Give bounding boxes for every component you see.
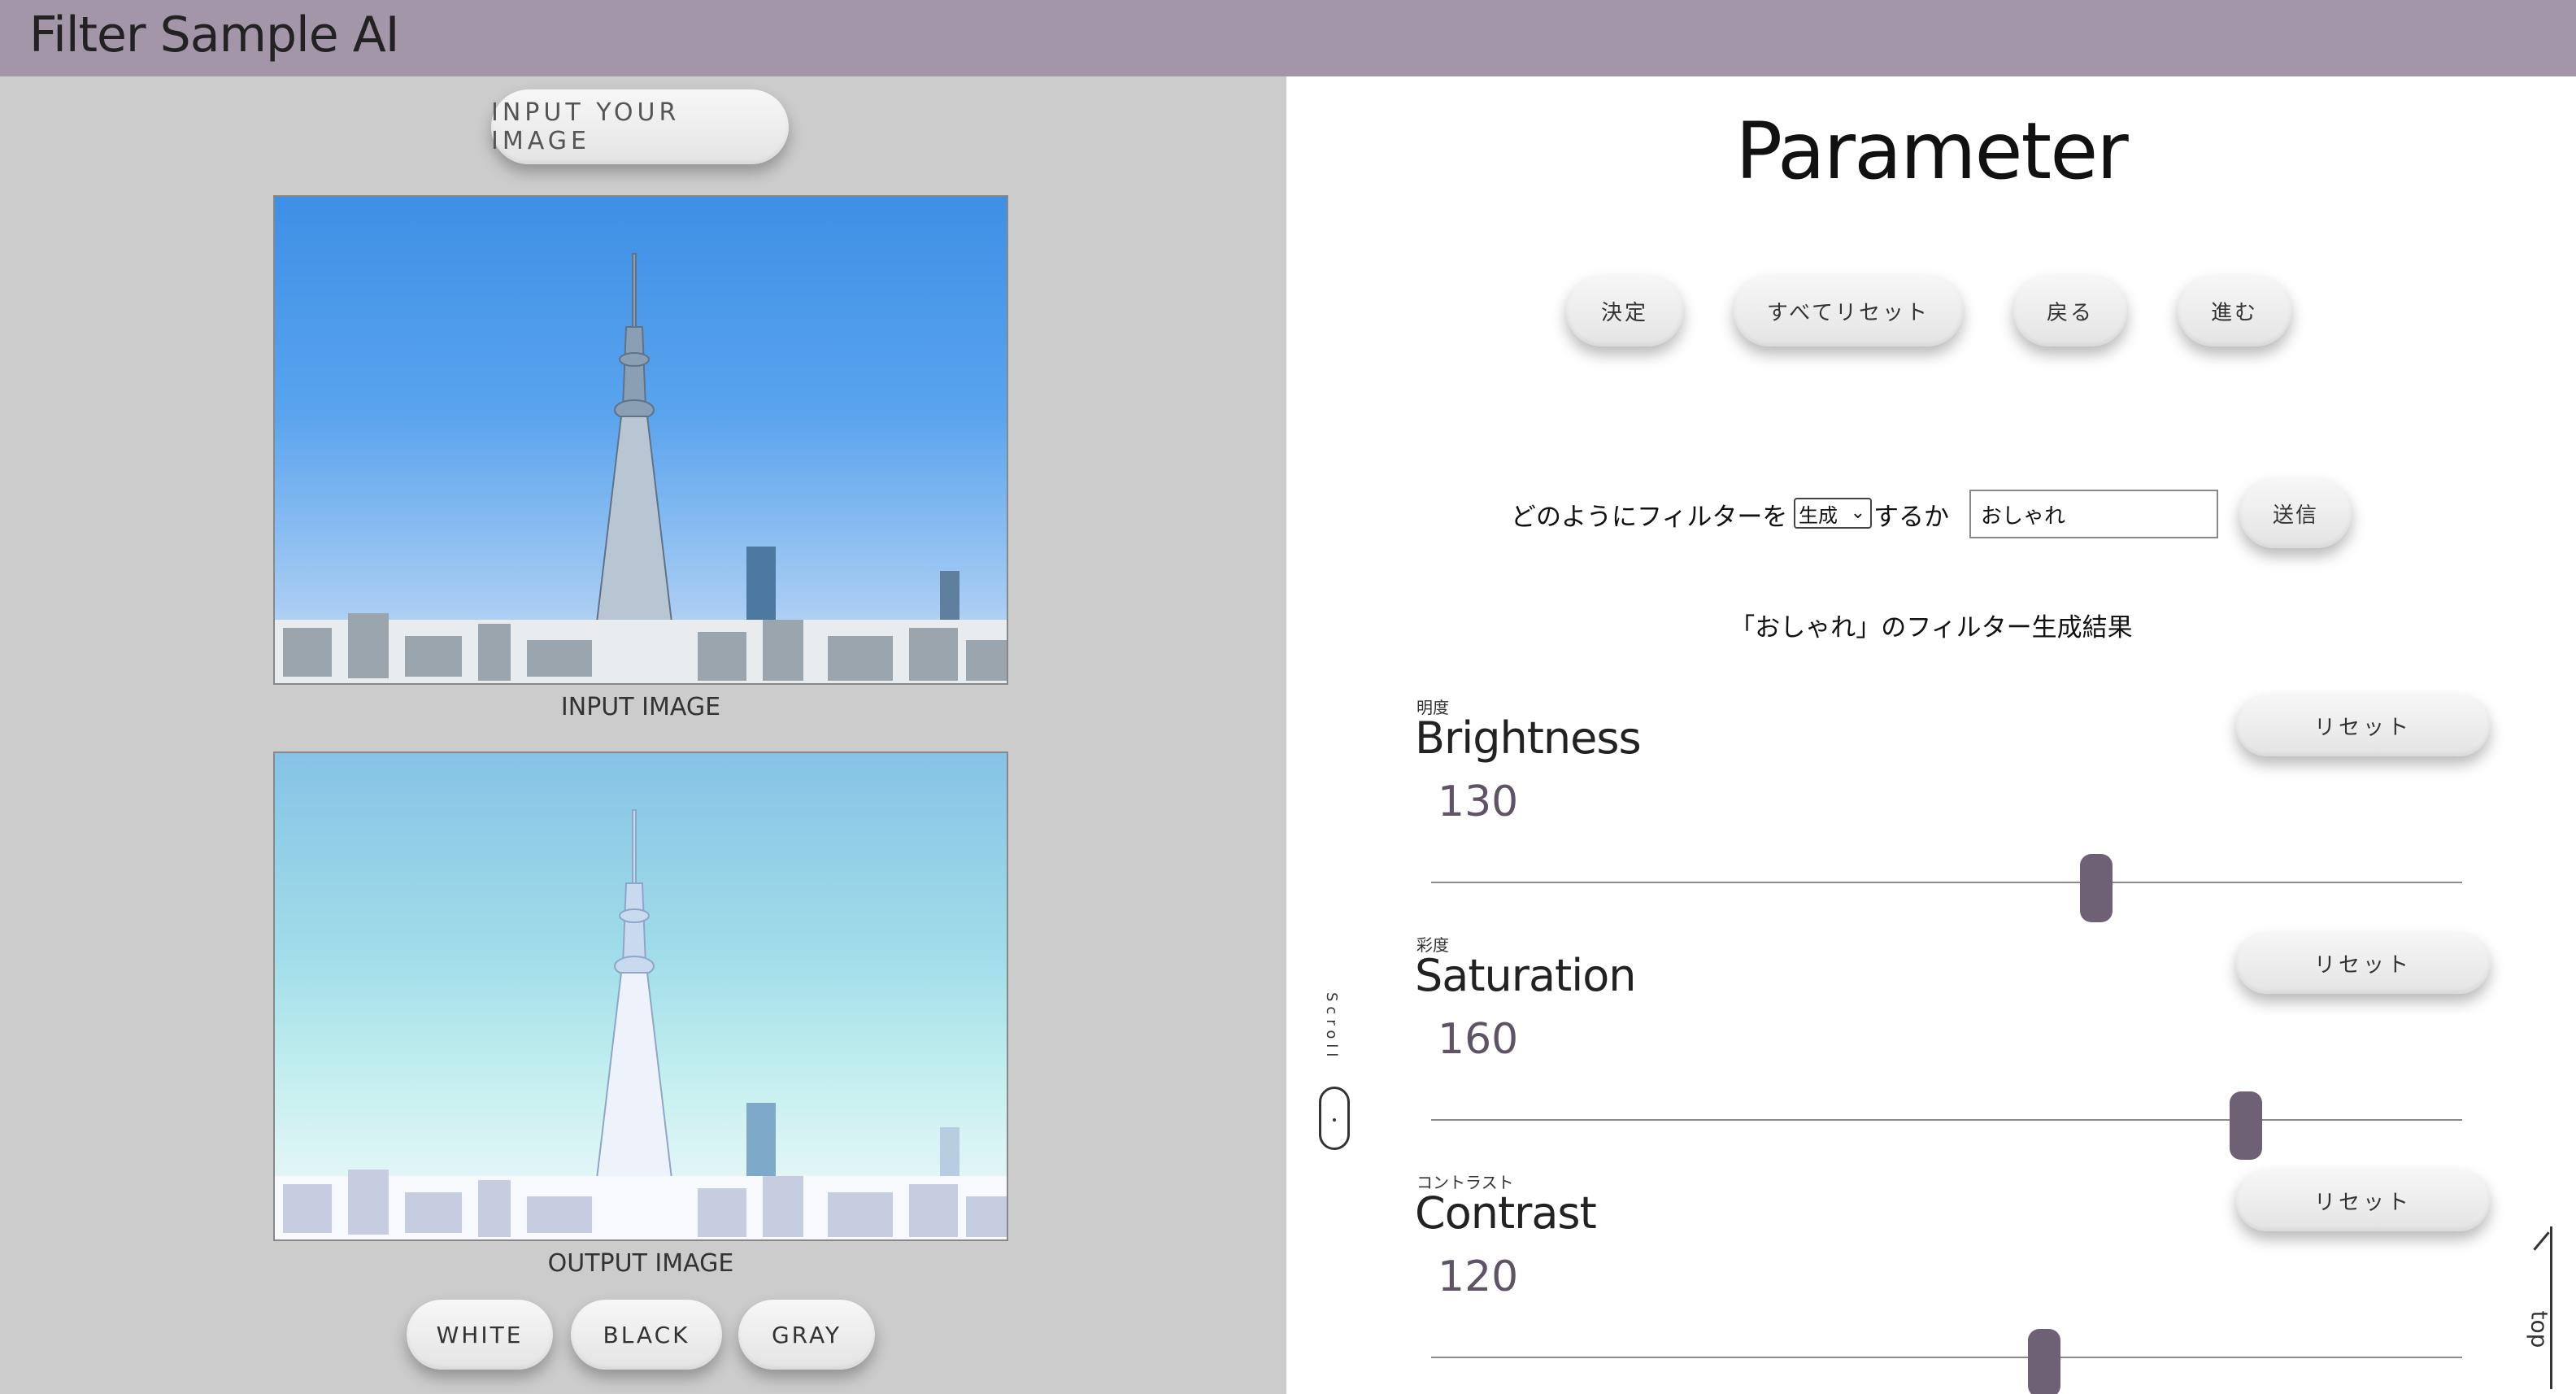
output-image-caption: OUTPUT IMAGE — [547, 1249, 734, 1278]
input-image-button[interactable]: INPUT YOUR IMAGE — [491, 89, 789, 164]
parameter-panel: Parameter 決定 すべてリセット 戻る 進む どのようにフィルターを 生… — [1286, 76, 2576, 1394]
saturation-label: Saturation — [1415, 950, 1636, 1001]
app-window: Filter Sample AI INPUT YOUR IMAGE INPUT … — [0, 0, 2576, 1394]
contrast-control: コントラスト Contrast 120 リセット — [1286, 1170, 2576, 1394]
scroll-wheel-dot — [1333, 1118, 1336, 1122]
output-image — [273, 751, 1008, 1241]
contrast-slider-thumb[interactable] — [2028, 1329, 2061, 1394]
top-arrow-head-icon — [2533, 1231, 2550, 1251]
filter-query-prefix: どのようにフィルターを — [1511, 503, 1788, 532]
saturation-control: 彩度 Saturation 160 リセット — [1286, 932, 2576, 1168]
filter-mode-value: 生成 — [1799, 503, 1838, 527]
brightness-label: Brightness — [1415, 712, 1642, 764]
scroll-hint-label: Scroll — [1323, 992, 1340, 1061]
image-panel: INPUT YOUR IMAGE INPUT IMAGE OUTPUT IMAG… — [0, 76, 1286, 1394]
filter-keyword-input[interactable]: おしゃれ — [1969, 490, 2218, 538]
filter-result-heading: 「おしゃれ」のフィルター生成結果 — [1730, 613, 2133, 643]
parameter-title: Parameter — [1735, 106, 2128, 197]
contrast-reset-button[interactable]: リセット — [2236, 1170, 2490, 1231]
saturation-value: 160 — [1438, 1015, 1519, 1064]
reset-all-button[interactable]: すべてリセット — [1734, 275, 1963, 346]
saturation-reset-button[interactable]: リセット — [2236, 932, 2490, 994]
saturation-slider-track[interactable] — [1431, 1119, 2462, 1121]
gray-background-button[interactable]: GRAY — [738, 1300, 875, 1370]
top-link-label: top — [2526, 1310, 2553, 1348]
filter-query-suffix: するか — [1873, 503, 1949, 532]
brightness-value: 130 — [1438, 778, 1519, 826]
black-background-button[interactable]: BLACK — [571, 1300, 722, 1370]
top-arrow-line-icon — [2550, 1226, 2552, 1389]
brightness-slider-thumb[interactable] — [2079, 854, 2113, 922]
app-title: Filter Sample AI — [29, 7, 399, 63]
input-image-caption: INPUT IMAGE — [560, 693, 721, 721]
app-header: Filter Sample AI — [0, 0, 2576, 76]
back-to-top-link[interactable]: top — [2513, 1226, 2561, 1389]
send-button[interactable]: 送信 — [2239, 478, 2352, 548]
brightness-reset-button[interactable]: リセット — [2236, 695, 2490, 756]
scroll-mouse-icon — [1319, 1087, 1350, 1150]
contrast-slider-track[interactable] — [1431, 1357, 2462, 1358]
chevron-down-icon: ⌄ — [1850, 503, 1865, 523]
contrast-value: 120 — [1438, 1252, 1519, 1301]
white-background-button[interactable]: WHITE — [407, 1300, 553, 1370]
filter-query-row: どのようにフィルターを 生成 ⌄ するか おしゃれ 送信 — [1286, 478, 2576, 551]
brightness-control: 明度 Brightness 130 リセット — [1286, 695, 2576, 930]
filter-mode-select[interactable]: 生成 ⌄ — [1794, 498, 1872, 529]
redo-button[interactable]: 進む — [2178, 275, 2291, 346]
decide-button[interactable]: 決定 — [1566, 275, 1683, 346]
contrast-label: Contrast — [1415, 1187, 1597, 1239]
brightness-slider-track[interactable] — [1431, 882, 2462, 883]
saturation-slider-thumb[interactable] — [2229, 1091, 2262, 1160]
undo-button[interactable]: 戻る — [2013, 275, 2127, 346]
input-image — [273, 195, 1008, 685]
